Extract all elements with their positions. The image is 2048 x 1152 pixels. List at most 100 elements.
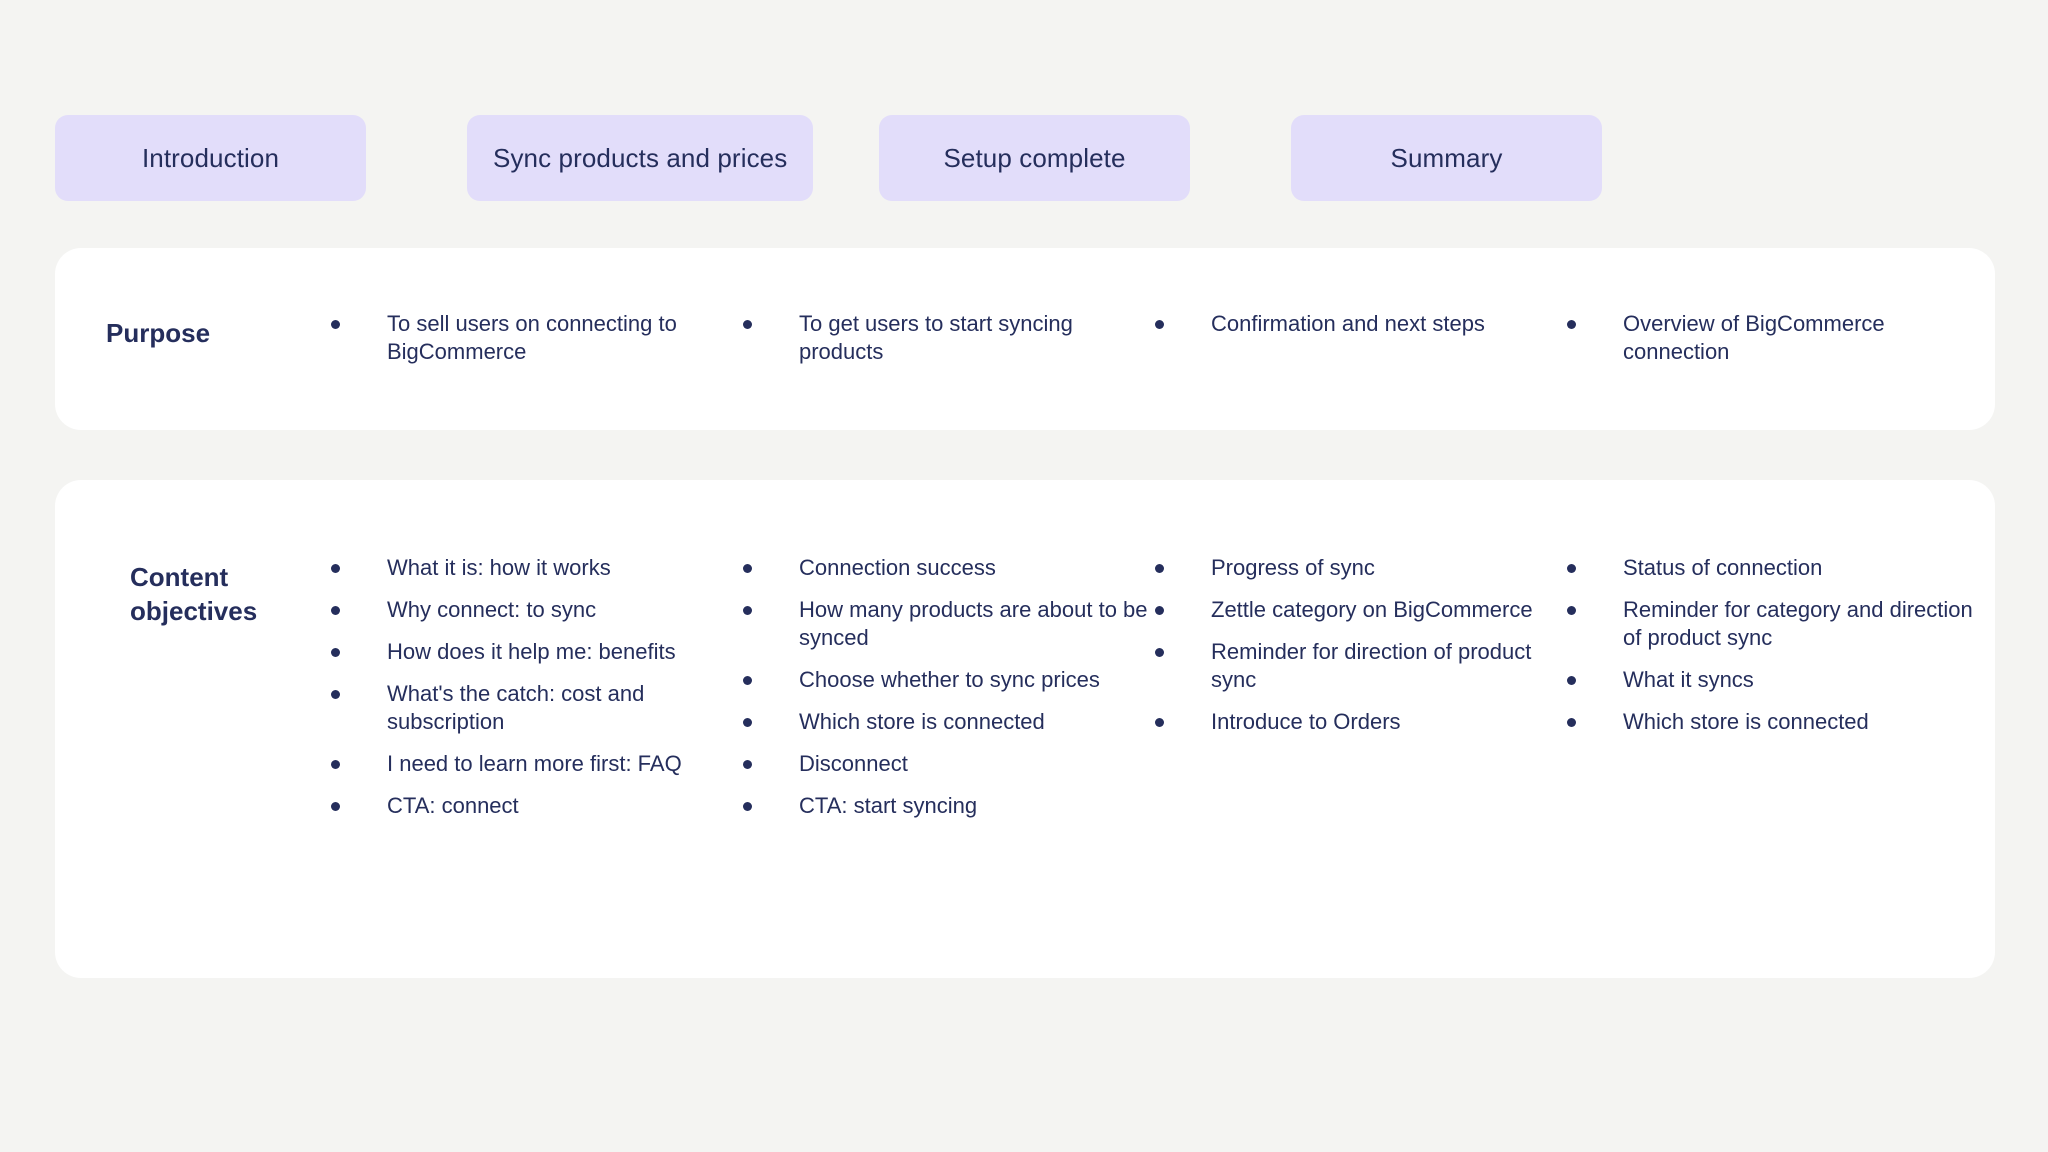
list-item-label: Reminder for category and direction of p… <box>1623 597 1973 650</box>
list-item-label: How many products are about to be synced <box>799 597 1148 650</box>
stage-chip-setup-complete[interactable]: Setup complete <box>879 115 1190 201</box>
content-objectives-column-4: Status of connection Reminder for catego… <box>1567 554 1979 834</box>
content-objectives-column-2: Connection success How many products are… <box>743 554 1155 834</box>
bullet-icon <box>331 564 340 573</box>
content-objectives-card: Content objectives What it is: how it wo… <box>55 480 1995 978</box>
row-label-content-objectives: Content objectives <box>130 562 258 626</box>
bullet-icon <box>331 606 340 615</box>
list-item-label: CTA: connect <box>387 793 519 818</box>
list-item-label: Progress of sync <box>1211 555 1375 580</box>
list-item-label: What's the catch: cost and subscription <box>387 681 645 734</box>
content-objectives-column-1: What it is: how it works Why connect: to… <box>331 554 743 834</box>
list-item-label: Reminder for direction of product sync <box>1211 639 1532 692</box>
list-item: CTA: connect <box>331 792 737 820</box>
bullet-icon <box>743 606 752 615</box>
content-objectives-column-3: Progress of sync Zettle category on BigC… <box>1155 554 1567 834</box>
bullet-icon <box>331 320 340 329</box>
purpose-column-3: Confirmation and next steps <box>1155 310 1567 366</box>
stage-chip-slot-1: Introduction <box>55 115 467 201</box>
bullet-icon <box>1567 320 1576 329</box>
list-item-label: Why connect: to sync <box>387 597 597 622</box>
bullet-icon <box>743 320 752 329</box>
list-item-label: Connection success <box>799 555 996 580</box>
bullet-icon <box>1155 648 1164 657</box>
list-item: How many products are about to be synced <box>743 596 1149 652</box>
bullet-icon <box>1567 564 1576 573</box>
list-item-label: Introduce to Orders <box>1211 709 1401 734</box>
list-item-label: Disconnect <box>799 751 908 776</box>
list-item-label: What it is: how it works <box>387 555 611 580</box>
bullet-icon <box>743 802 752 811</box>
purpose-card: Purpose To sell users on connecting to B… <box>55 248 1995 430</box>
purpose-columns: To sell users on connecting to BigCommer… <box>331 310 1991 366</box>
list-item: Overview of BigCommerce connection <box>1567 310 1973 366</box>
list-item: Choose whether to sync prices <box>743 666 1149 694</box>
bullet-icon <box>743 718 752 727</box>
list-item-label: Choose whether to sync prices <box>799 667 1100 692</box>
bullet-icon <box>331 648 340 657</box>
list-item: How does it help me: benefits <box>331 638 737 666</box>
purpose-column-4: Overview of BigCommerce connection <box>1567 310 1979 366</box>
list-item: Reminder for direction of product sync <box>1155 638 1561 694</box>
purpose-column-1: To sell users on connecting to BigCommer… <box>331 310 743 366</box>
list-item: What it is: how it works <box>331 554 737 582</box>
stage-chip-slot-2: Sync products and prices <box>467 115 879 201</box>
stage-chip-label: Summary <box>1390 142 1503 173</box>
list-item: To get users to start syncing products <box>743 310 1149 366</box>
bullet-icon <box>743 760 752 769</box>
list-item-label: To get users to start syncing products <box>799 311 1073 364</box>
stage-chips-row: Introduction Sync products and prices Se… <box>55 115 1995 201</box>
list-item: Connection success <box>743 554 1149 582</box>
list-item: I need to learn more first: FAQ <box>331 750 737 778</box>
stage-chip-sync-products-and-prices[interactable]: Sync products and prices <box>467 115 814 201</box>
bullet-icon <box>1155 320 1164 329</box>
list-item-label: Overview of BigCommerce connection <box>1623 311 1885 364</box>
list-item: CTA: start syncing <box>743 792 1149 820</box>
bullet-icon <box>1155 564 1164 573</box>
bullet-icon <box>331 802 340 811</box>
list-item-label: Confirmation and next steps <box>1211 311 1485 336</box>
stage-chip-label: Sync products and prices <box>493 142 788 173</box>
stage-chip-label: Setup complete <box>943 142 1126 173</box>
list-item: Introduce to Orders <box>1155 708 1561 736</box>
list-item: Zettle category on BigCommerce <box>1155 596 1561 624</box>
list-item-label: CTA: start syncing <box>799 793 978 818</box>
list-item: Which store is connected <box>743 708 1149 736</box>
stage-chip-slot-4: Summary <box>1291 115 1703 201</box>
bullet-icon <box>331 690 340 699</box>
list-item-label: To sell users on connecting to BigCommer… <box>387 311 677 364</box>
purpose-column-2: To get users to start syncing products <box>743 310 1155 366</box>
row-label-purpose: Purpose <box>106 318 211 348</box>
list-item: What's the catch: cost and subscription <box>331 680 737 736</box>
bullet-icon <box>1155 718 1164 727</box>
list-item: Status of connection <box>1567 554 1973 582</box>
list-item: Disconnect <box>743 750 1149 778</box>
list-item: Why connect: to sync <box>331 596 737 624</box>
list-item: Reminder for category and direction of p… <box>1567 596 1973 652</box>
list-item: To sell users on connecting to BigCommer… <box>331 310 737 366</box>
list-item-label: Status of connection <box>1623 555 1823 580</box>
stage-chip-slot-3: Setup complete <box>879 115 1291 201</box>
content-objectives-columns: What it is: how it works Why connect: to… <box>331 554 1991 834</box>
list-item-label: Which store is connected <box>799 709 1045 734</box>
list-item: What it syncs <box>1567 666 1973 694</box>
bullet-icon <box>331 760 340 769</box>
bullet-icon <box>1567 676 1576 685</box>
bullet-icon <box>743 564 752 573</box>
list-item-label: Which store is connected <box>1623 709 1869 734</box>
slide-canvas: Introduction Sync products and prices Se… <box>0 0 2048 1152</box>
list-item-label: How does it help me: benefits <box>387 639 676 664</box>
list-item: Progress of sync <box>1155 554 1561 582</box>
bullet-icon <box>1567 718 1576 727</box>
bullet-icon <box>743 676 752 685</box>
stage-chip-label: Introduction <box>141 142 280 173</box>
list-item: Confirmation and next steps <box>1155 310 1561 338</box>
list-item-label: What it syncs <box>1623 667 1754 692</box>
bullet-icon <box>1155 606 1164 615</box>
bullet-icon <box>1567 606 1576 615</box>
list-item-label: I need to learn more first: FAQ <box>387 751 682 776</box>
stage-chip-introduction[interactable]: Introduction <box>55 115 366 201</box>
stage-chip-summary[interactable]: Summary <box>1291 115 1602 201</box>
list-item-label: Zettle category on BigCommerce <box>1211 597 1533 622</box>
list-item: Which store is connected <box>1567 708 1973 736</box>
